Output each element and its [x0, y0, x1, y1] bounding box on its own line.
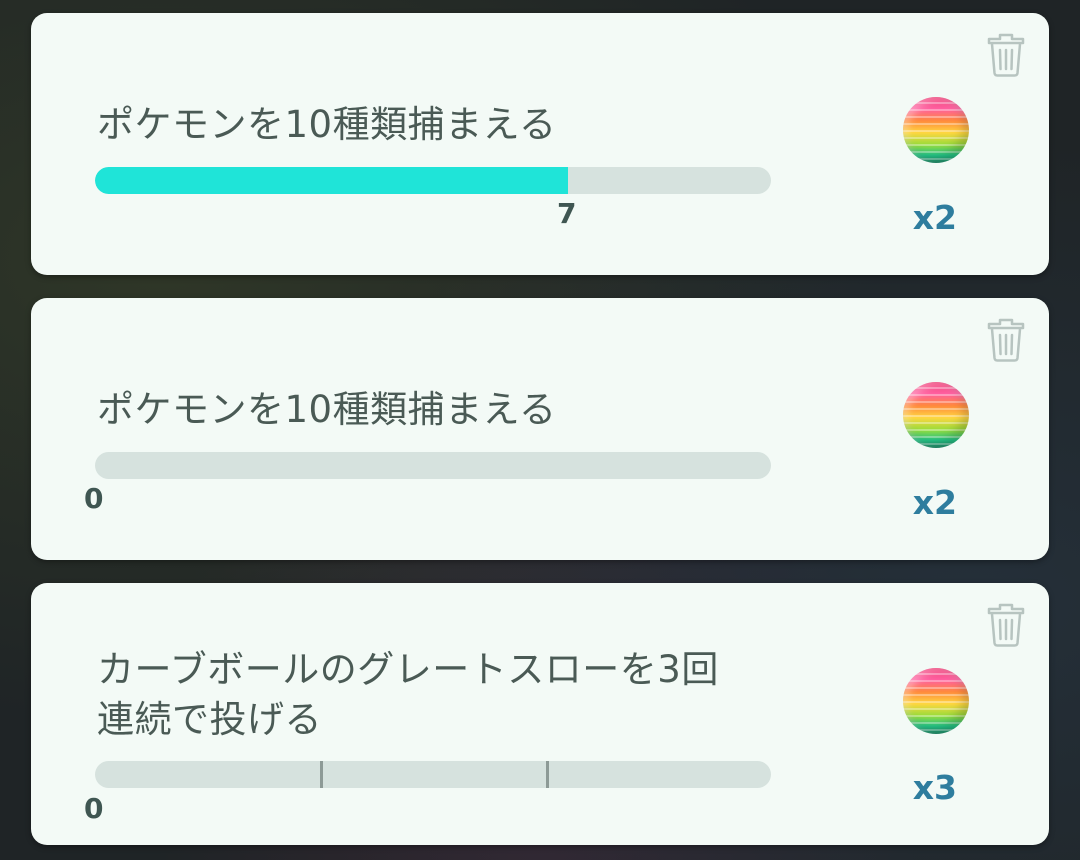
task-title-line: カーブボールのグレートスローを3回 — [97, 648, 719, 691]
rainbow-orb-icon — [903, 382, 969, 448]
task-card: ポケモンを10種類捕まえる 0 x2 — [31, 298, 1049, 560]
progress-count: 0 — [84, 482, 104, 515]
progress-bar — [95, 761, 771, 788]
trash-icon[interactable] — [987, 31, 1025, 77]
progress-segment-divider — [320, 761, 324, 788]
reward-count: x2 — [912, 483, 957, 522]
task-title: ポケモンを10種類捕まえる — [97, 388, 557, 431]
task-title: カーブボールのグレートスローを3回 連続で投げる — [97, 645, 797, 745]
reward-count: x2 — [912, 198, 957, 237]
trash-icon[interactable] — [987, 601, 1025, 647]
rainbow-orb-icon — [903, 668, 969, 734]
progress-count: 0 — [84, 792, 104, 825]
task-card: ポケモンを10種類捕まえる 7 x2 — [31, 13, 1049, 275]
progress-count: 7 — [557, 197, 577, 230]
trash-icon[interactable] — [987, 316, 1025, 362]
progress-segment-divider — [545, 761, 549, 788]
rainbow-orb-icon — [903, 97, 969, 163]
progress-bar — [95, 452, 771, 479]
task-card: カーブボールのグレートスローを3回 連続で投げる 0 x3 — [31, 583, 1049, 845]
progress-bar — [95, 167, 771, 194]
progress-fill — [95, 167, 569, 194]
reward-count: x3 — [912, 768, 957, 807]
task-title: ポケモンを10種類捕まえる — [97, 103, 557, 146]
task-title-line: 連続で投げる — [97, 698, 322, 741]
